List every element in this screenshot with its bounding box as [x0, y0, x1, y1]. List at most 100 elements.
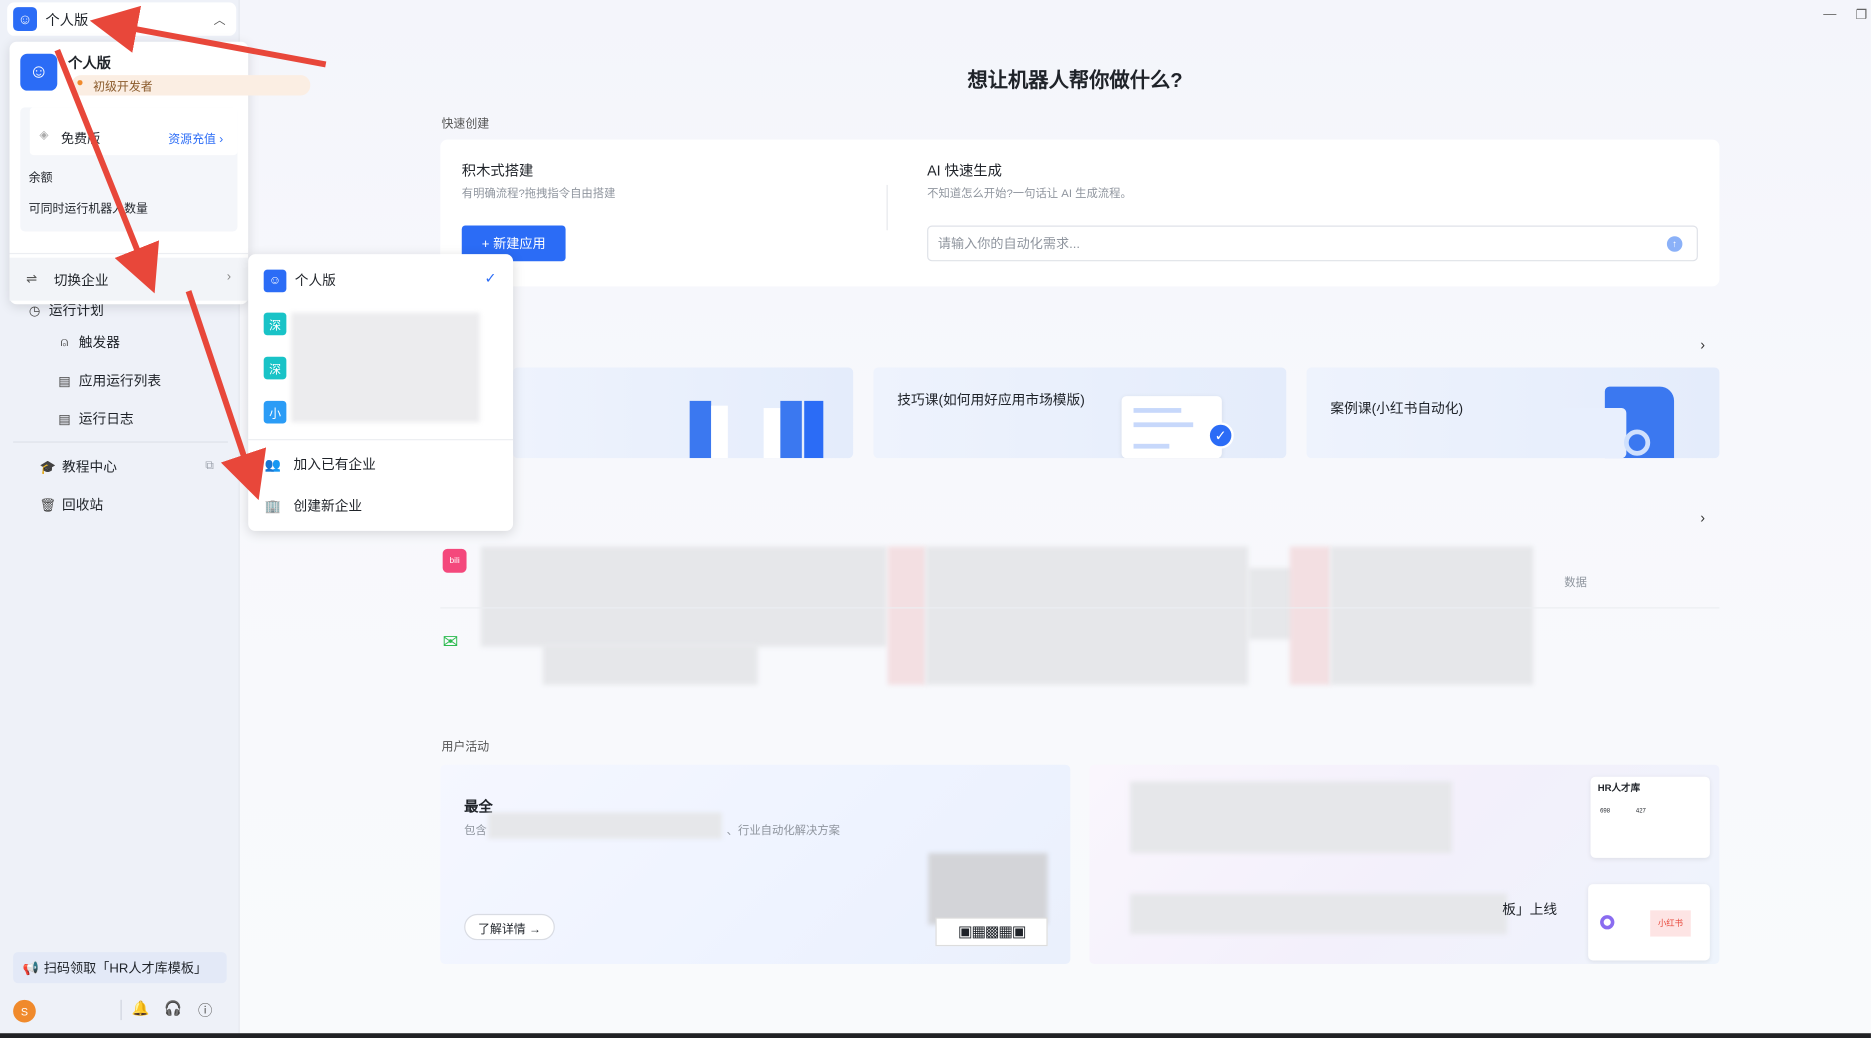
course-card-2[interactable]: 技巧课(如何用好应用市场模版) ✓: [873, 367, 1287, 459]
chevron-right-icon: ›: [226, 269, 232, 284]
donut-illustration: [1600, 915, 1615, 930]
book-illustration-page: [711, 405, 728, 459]
account-panel: ☺ 个人版 ● 初级开发者 ◈ 免费版 资源充值 › 余额 可同时运行机器人数量…: [9, 41, 311, 305]
blurred-content: [887, 546, 926, 685]
book-illustration: [804, 400, 824, 459]
clock-icon: ◷: [28, 303, 41, 318]
page-title: 想让机器人帮你做什么?: [967, 69, 1183, 92]
xhs-card-preview: 小红书: [1588, 884, 1710, 961]
sidebar-item-label: 运行日志: [78, 412, 134, 428]
enterprise-avatar: 深: [263, 312, 287, 336]
sidebar-item-app-run-list[interactable]: ▤ 应用运行列表: [56, 367, 161, 393]
enterprise-item-personal[interactable]: ☺ 个人版 ✓: [263, 268, 503, 292]
bar-chart-illustration: [1559, 408, 1627, 459]
course-title: 案例课(小红书自动化): [1330, 402, 1464, 417]
enterprise-item[interactable]: 小: [263, 400, 287, 424]
log-icon: ▤: [58, 412, 71, 427]
join-enterprise-item[interactable]: 👥 加入已有企业: [265, 455, 376, 474]
market-partial-text: 数据: [1564, 576, 1587, 590]
concurrent-label: 可同时运行机器人数量: [28, 202, 148, 216]
level-badge-icon: ●: [76, 76, 84, 90]
activity-label: 用户活动: [441, 740, 490, 755]
course-card-3[interactable]: 案例课(小红书自动化): [1306, 367, 1720, 459]
hr-card-preview: HR人才库 698 427: [1590, 776, 1710, 858]
donut-illustration: [1623, 429, 1651, 456]
create-enterprise-label: 创建新企业: [293, 499, 363, 515]
blurred-content: [480, 546, 887, 647]
plan-header: ◈ 免费版 资源充值 ›: [29, 107, 238, 156]
ai-title: AI 快速生成: [927, 162, 1002, 179]
activity-card-1[interactable]: 最全 包含 、行业自动化解决方案 了解详情 → ▣▦▩▦▣: [440, 764, 1071, 965]
hr-number: 698: [1600, 807, 1611, 815]
level-badge-text: 初级开发者: [93, 81, 153, 95]
sidebar-item-run-log[interactable]: ▤ 运行日志: [56, 406, 134, 432]
enterprise-avatar: 小: [263, 400, 287, 424]
restore-icon[interactable]: ❐: [1855, 7, 1867, 22]
quick-create-card: 积木式搭建 有明确流程?拖拽指令自由搭建 + 新建应用 AI 快速生成 不知道怎…: [440, 139, 1720, 287]
builder-title: 积木式搭建: [461, 162, 534, 179]
promo-banner[interactable]: 📢 扫码领取「HR人才库模板」: [13, 952, 227, 984]
switch-enterprise-item[interactable]: ⇌ 切换企业 ›: [9, 257, 249, 301]
plan-name: 免费版: [60, 132, 101, 147]
trash-icon: 🗑: [39, 498, 57, 513]
workspace-name: 个人版: [45, 11, 89, 29]
recharge-link[interactable]: 资源充值 ›: [168, 129, 223, 147]
blurred-content: [542, 644, 758, 685]
enterprise-item[interactable]: 深: [263, 312, 287, 336]
avatar[interactable]: S: [13, 999, 36, 1023]
ai-prompt-input[interactable]: 请输入你的自动化需求... ↑: [927, 225, 1698, 262]
megaphone-icon: 📢: [22, 961, 40, 976]
create-enterprise-item[interactable]: 🏢 创建新企业: [265, 496, 362, 515]
blurred-content: [1129, 781, 1453, 854]
illustration-line: [1133, 443, 1170, 449]
sidebar-item-recycle-bin[interactable]: 🗑 回收站: [39, 492, 103, 518]
minimize-icon[interactable]: —: [1823, 7, 1836, 21]
xhs-tag: 小红书: [1650, 910, 1691, 937]
bilibili-icon: bili: [442, 548, 467, 573]
robot-logo-icon: ☺: [13, 7, 37, 32]
help-icon[interactable]: ⓘ: [196, 1000, 215, 1019]
chevron-right-icon[interactable]: ›: [1700, 509, 1705, 526]
blurred-content: [928, 853, 1048, 925]
sidebar-divider: [13, 441, 228, 443]
ai-subtitle: 不知道怎么开始?一句话让 AI 生成流程。: [927, 187, 1132, 201]
ai-prompt-placeholder: 请输入你的自动化需求...: [937, 237, 1081, 252]
sidebar-item-label: 触发器: [78, 336, 120, 351]
sidebar-item-trigger[interactable]: ⍝ 触发器: [56, 329, 120, 355]
quick-create-label: 快速创建: [441, 118, 490, 132]
bell-icon[interactable]: 🔔: [131, 1000, 150, 1019]
blurred-content: [291, 312, 480, 423]
avatar-letter: S: [20, 1005, 29, 1018]
panel-divider: [248, 439, 514, 441]
send-icon[interactable]: ↑: [1666, 236, 1683, 252]
enterprise-item[interactable]: 深: [263, 356, 287, 380]
swap-icon: ⇌: [26, 272, 38, 287]
activity-desc-suffix: 、行业自动化解决方案: [726, 824, 841, 838]
sidebar-item-label: 应用运行列表: [78, 374, 162, 389]
qr-code-icon: ▣▦▩▦▣: [935, 917, 1048, 947]
illustration-line: [1133, 422, 1194, 428]
course-card-1[interactable]: [513, 367, 854, 459]
account-name: 个人版: [68, 54, 111, 72]
hr-card-title: HR人才库: [1597, 782, 1641, 794]
workspace-switcher[interactable]: ☺ 个人版 ︿: [7, 2, 237, 36]
learn-more-button[interactable]: 了解详情 →: [464, 913, 555, 941]
illustration-line: [1133, 408, 1182, 413]
activity-card-2[interactable]: 板」上线 HR人才库 698 427 小红书: [1089, 764, 1720, 965]
headset-icon[interactable]: 🎧: [163, 1000, 182, 1019]
robot-logo-icon: ☺: [20, 53, 58, 91]
card-divider: [886, 184, 888, 231]
promo-text: 扫码领取「HR人才库模板」: [43, 961, 208, 976]
book-illustration-page: [763, 408, 781, 459]
chevron-up-icon: ︿: [213, 14, 226, 28]
sidebar-item-label: 教程中心: [62, 460, 117, 475]
blurred-content: [1248, 567, 1296, 640]
chevron-right-icon[interactable]: ›: [1700, 336, 1705, 353]
book-illustration: [689, 400, 712, 459]
external-link-icon[interactable]: ⧉: [205, 459, 214, 472]
blurred-content: [925, 546, 1249, 685]
building-icon: 🏢: [264, 499, 282, 514]
enterprise-label: 个人版: [294, 274, 336, 289]
activity-desc-prefix: 包含: [464, 824, 487, 838]
sidebar-item-tutorial[interactable]: 🎓 教程中心: [39, 453, 117, 479]
